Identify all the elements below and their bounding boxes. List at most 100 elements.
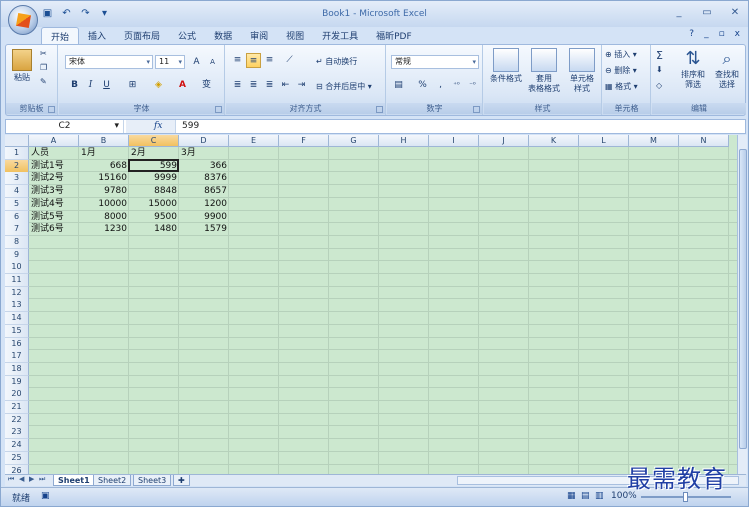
currency-icon[interactable]: ▤ bbox=[391, 78, 406, 93]
font-name-combo[interactable]: 宋体 ▾ bbox=[65, 55, 153, 69]
row-header-3[interactable]: 3 bbox=[5, 172, 29, 186]
percent-button[interactable]: % bbox=[415, 78, 430, 93]
cell-b1[interactable]: 1月 bbox=[79, 147, 129, 160]
sheet-tab-3[interactable]: Sheet3 bbox=[133, 475, 172, 486]
minimize-button[interactable]: _ bbox=[672, 7, 686, 19]
sheet-tab-1[interactable]: Sheet1 bbox=[53, 475, 95, 486]
row-header-22[interactable]: 22 bbox=[5, 413, 29, 427]
format-painter-icon[interactable]: ✎ bbox=[40, 77, 47, 86]
decrease-indent-icon[interactable]: ⇤ bbox=[278, 78, 293, 93]
autosum-icon[interactable]: Σ bbox=[656, 49, 663, 62]
cell-b6[interactable]: 8000 bbox=[79, 211, 129, 224]
prev-sheet-icon[interactable]: ◀ bbox=[19, 475, 24, 483]
normal-view-icon[interactable]: ▦ bbox=[567, 491, 576, 501]
doc-close-button[interactable]: x bbox=[735, 29, 740, 39]
column-header-m[interactable]: M bbox=[629, 135, 679, 147]
cell-b5[interactable]: 10000 bbox=[79, 198, 129, 211]
number-format-combo[interactable]: 常规 ▾ bbox=[391, 55, 479, 69]
wrap-text-button[interactable]: ↵ 自动换行 bbox=[316, 56, 357, 67]
row-header-25[interactable]: 25 bbox=[5, 451, 29, 465]
tab-formulas[interactable]: 公式 bbox=[169, 27, 205, 45]
cell-c3[interactable]: 9999 bbox=[129, 172, 179, 185]
row-header-12[interactable]: 12 bbox=[5, 286, 29, 300]
borders-icon[interactable]: ⊞ bbox=[125, 78, 140, 93]
sort-filter-button[interactable]: ⇅ 排序和 筛选 bbox=[676, 48, 710, 90]
last-sheet-icon[interactable]: ⏭ bbox=[39, 475, 45, 484]
insert-cells-button[interactable]: ⊕ 插入 ▾ bbox=[605, 49, 637, 60]
column-header-j[interactable]: J bbox=[479, 135, 529, 147]
bold-button[interactable]: B bbox=[67, 78, 82, 93]
page-layout-view-icon[interactable]: ▤ bbox=[581, 491, 590, 501]
column-header-h[interactable]: H bbox=[379, 135, 429, 147]
help-icon[interactable]: ? bbox=[689, 29, 694, 39]
row-header-15[interactable]: 15 bbox=[5, 324, 29, 338]
cell-d4[interactable]: 8657 bbox=[179, 185, 229, 198]
row-header-1[interactable]: 1 bbox=[5, 147, 29, 160]
cell-d1[interactable]: 3月 bbox=[179, 147, 229, 160]
font-color-icon[interactable]: A bbox=[175, 78, 190, 93]
cell-a6[interactable]: 测试5号 bbox=[29, 211, 79, 224]
cell-a5[interactable]: 测试4号 bbox=[29, 198, 79, 211]
format-cells-button[interactable]: ▦ 格式 ▾ bbox=[605, 81, 638, 92]
row-header-6[interactable]: 6 bbox=[5, 210, 29, 224]
vertical-scroll-thumb[interactable] bbox=[739, 149, 747, 449]
row-header-2[interactable]: 2 bbox=[5, 159, 29, 173]
select-all-button[interactable] bbox=[5, 135, 29, 147]
cell-styles-button[interactable]: 单元格 样式 bbox=[564, 48, 600, 94]
column-header-i[interactable]: I bbox=[429, 135, 479, 147]
row-header-26[interactable]: 26 bbox=[5, 464, 29, 474]
row-header-9[interactable]: 9 bbox=[5, 248, 29, 262]
next-sheet-icon[interactable]: ▶ bbox=[29, 475, 34, 483]
row-header-13[interactable]: 13 bbox=[5, 299, 29, 313]
tab-page-layout[interactable]: 页面布局 bbox=[115, 27, 169, 45]
page-break-view-icon[interactable]: ▥ bbox=[595, 491, 604, 501]
row-header-20[interactable]: 20 bbox=[5, 388, 29, 402]
column-header-a[interactable]: A bbox=[29, 135, 79, 147]
align-bottom-icon[interactable]: ≡ bbox=[262, 53, 277, 68]
dialog-launcher-icon[interactable] bbox=[376, 106, 383, 113]
row-header-18[interactable]: 18 bbox=[5, 362, 29, 376]
tab-insert[interactable]: 插入 bbox=[79, 27, 115, 45]
cell-a1[interactable]: 人员 bbox=[29, 147, 79, 160]
sheet-tab-2[interactable]: Sheet2 bbox=[93, 475, 132, 486]
tab-view[interactable]: 视图 bbox=[277, 27, 313, 45]
macro-record-icon[interactable]: ▣ bbox=[41, 491, 50, 501]
cell-d3[interactable]: 8376 bbox=[179, 172, 229, 185]
vertical-scrollbar[interactable] bbox=[737, 135, 747, 474]
dialog-launcher-icon[interactable] bbox=[473, 106, 480, 113]
align-right-icon[interactable]: ≣ bbox=[262, 78, 277, 93]
tab-foxit-pdf[interactable]: 福昕PDF bbox=[367, 27, 421, 45]
column-header-c[interactable]: C bbox=[129, 135, 179, 147]
fill-icon[interactable]: ⬇ bbox=[656, 65, 663, 74]
increase-indent-icon[interactable]: ⇥ bbox=[294, 78, 309, 93]
cell-d7[interactable]: 1579 bbox=[179, 223, 229, 236]
column-header-g[interactable]: G bbox=[329, 135, 379, 147]
cell-d5[interactable]: 1200 bbox=[179, 198, 229, 211]
row-header-16[interactable]: 16 bbox=[5, 337, 29, 351]
cell-d2[interactable]: 366 bbox=[179, 160, 229, 173]
name-box[interactable]: C2 ▾ bbox=[6, 120, 124, 133]
row-header-19[interactable]: 19 bbox=[5, 375, 29, 389]
cell-a3[interactable]: 测试2号 bbox=[29, 172, 79, 185]
cell-a7[interactable]: 测试6号 bbox=[29, 223, 79, 236]
copy-icon[interactable]: ❐ bbox=[40, 63, 47, 72]
doc-restore-button[interactable]: ▫ bbox=[719, 29, 725, 39]
increase-decimal-icon[interactable]: ⁺⁰ bbox=[449, 78, 464, 93]
conditional-formatting-button[interactable]: 条件格式 bbox=[486, 48, 526, 84]
row-header-17[interactable]: 17 bbox=[5, 350, 29, 364]
find-select-button[interactable]: ⌕ 查找和 选择 bbox=[710, 48, 744, 90]
tab-home[interactable]: 开始 bbox=[41, 27, 80, 45]
doc-minimize-button[interactable]: _ bbox=[704, 29, 709, 39]
cell-d6[interactable]: 9900 bbox=[179, 211, 229, 224]
align-center-icon[interactable]: ≣ bbox=[246, 78, 261, 93]
column-header-l[interactable]: L bbox=[579, 135, 629, 147]
cell-c6[interactable]: 9500 bbox=[129, 211, 179, 224]
row-header-11[interactable]: 11 bbox=[5, 274, 29, 287]
format-as-table-button[interactable]: 套用 表格格式 bbox=[524, 48, 564, 94]
cell-a4[interactable]: 测试3号 bbox=[29, 185, 79, 198]
row-header-21[interactable]: 21 bbox=[5, 401, 29, 414]
dialog-launcher-icon[interactable] bbox=[48, 106, 55, 113]
column-header-n[interactable]: N bbox=[679, 135, 729, 147]
italic-button[interactable]: I bbox=[83, 78, 98, 93]
font-size-combo[interactable]: 11 ▾ bbox=[155, 55, 185, 69]
